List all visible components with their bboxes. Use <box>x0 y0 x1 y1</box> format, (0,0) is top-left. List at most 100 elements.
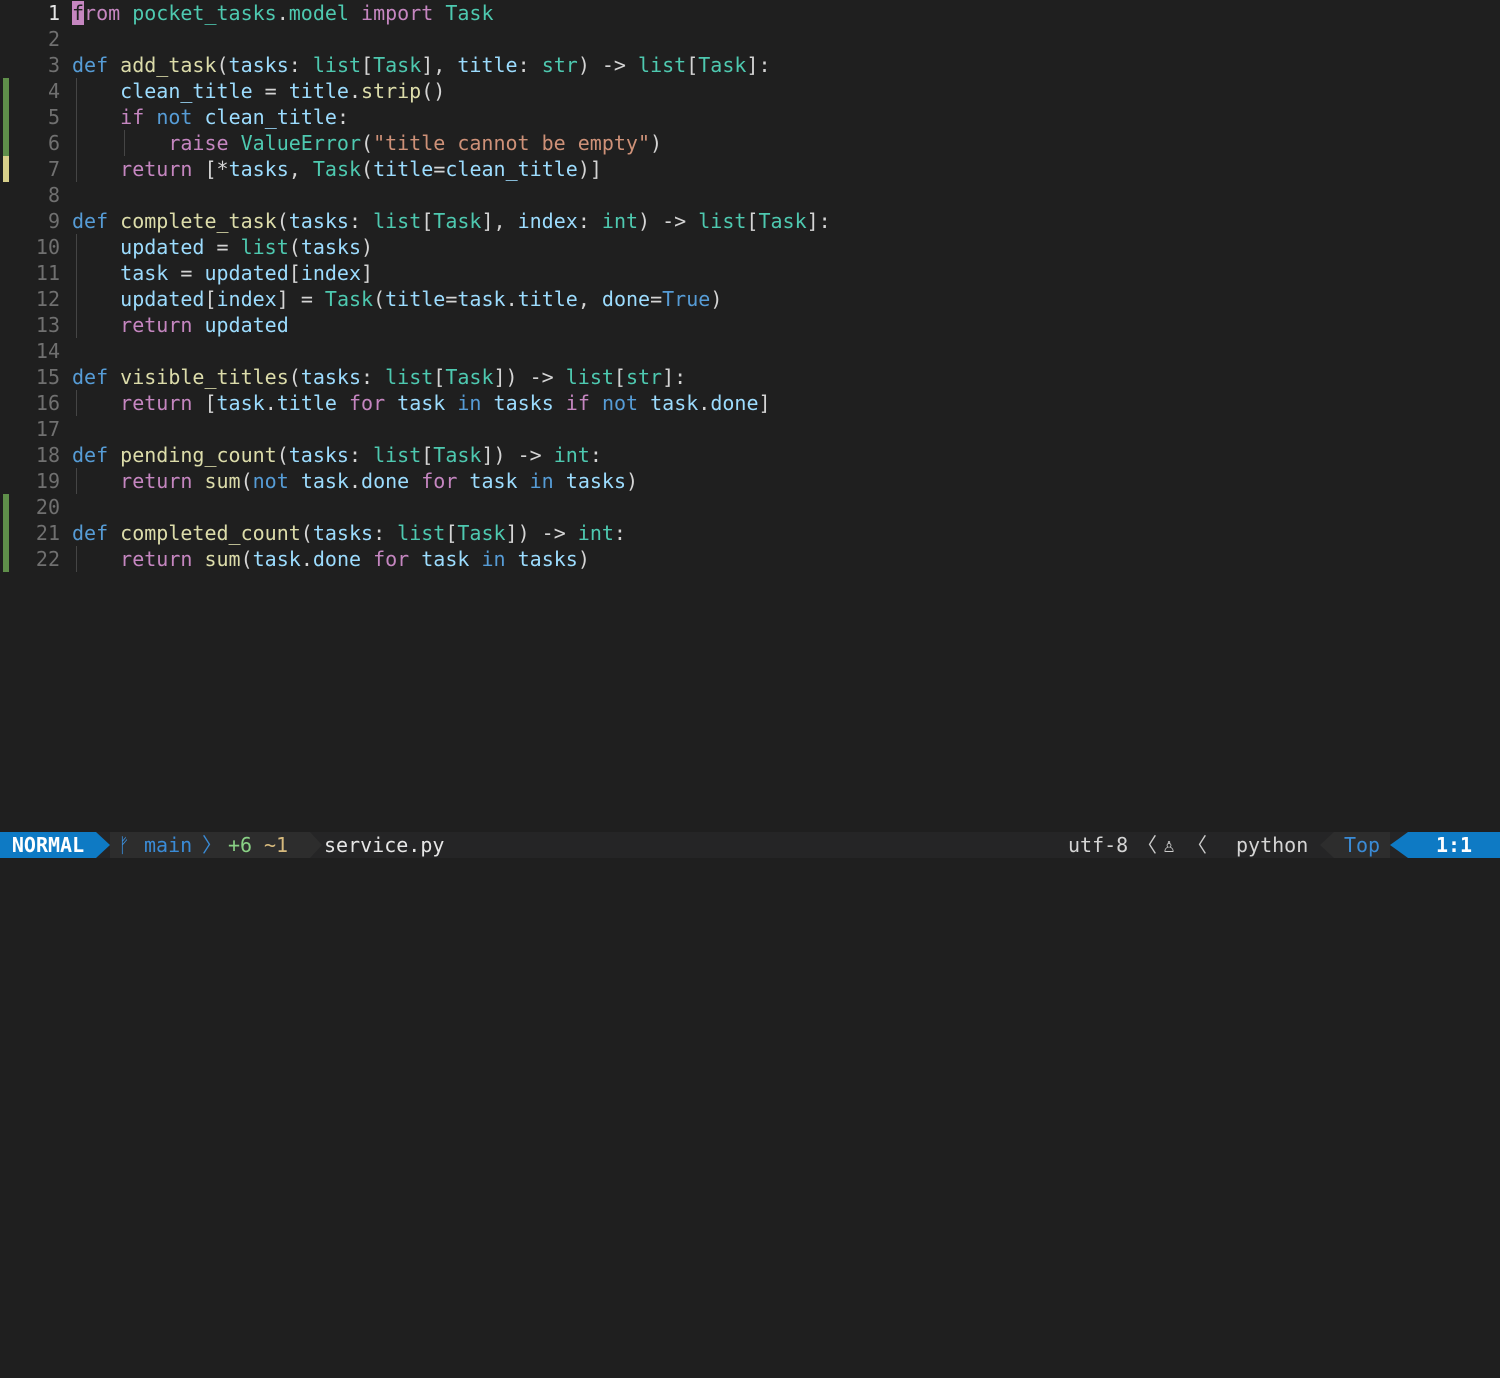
cursor-location: 1:1 <box>1408 832 1500 858</box>
code-token: = <box>445 287 458 311</box>
code-text[interactable]: return sum(not task.done for task in tas… <box>72 468 638 494</box>
code-token: visible_titles <box>120 365 289 389</box>
scroll-position: Top <box>1334 832 1390 858</box>
command-line[interactable] <box>0 858 1500 885</box>
code-token: ( <box>361 131 374 155</box>
code-token: ) -> <box>577 53 639 77</box>
code-line[interactable]: 17 <box>0 416 1500 442</box>
code-token: ) -> <box>638 209 699 233</box>
code-token: Task <box>457 521 506 545</box>
line-number: 9 <box>47 209 60 233</box>
code-text[interactable]: return updated <box>72 312 289 338</box>
code-line[interactable]: 10 updated = list(tasks) <box>0 234 1500 260</box>
code-line[interactable]: 21 def completed_count(tasks: list[Task])… <box>0 520 1500 546</box>
code-token: * <box>216 157 229 181</box>
code-line[interactable]: 20 <box>0 494 1500 520</box>
code-line[interactable]: 13 return updated <box>0 312 1500 338</box>
code-token: [ <box>613 365 626 389</box>
code-line[interactable]: 11 task = updated[index] <box>0 260 1500 286</box>
location-separator-arrow <box>1390 832 1408 858</box>
code-line[interactable]: 16 return [task.title for task in tasks … <box>0 390 1500 416</box>
code-text[interactable]: task = updated[index] <box>72 260 373 286</box>
code-token: updated <box>204 313 289 337</box>
line-number: 7 <box>47 157 60 181</box>
code-token: [ <box>421 443 434 467</box>
code-text[interactable]: def completed_count(tasks: list[Task]) -… <box>72 520 626 546</box>
code-text[interactable]: updated = list(tasks) <box>72 234 373 260</box>
code-line[interactable]: 9 def complete_task(tasks: list[Task], in… <box>0 208 1500 234</box>
code-text[interactable]: return [*tasks, Task(title=clean_title)] <box>72 156 602 182</box>
code-token: list <box>373 209 422 233</box>
code-text[interactable]: def add_task(tasks: list[Task], title: s… <box>72 52 771 78</box>
code-token: [ <box>361 53 374 77</box>
code-token: [ <box>433 365 446 389</box>
code-token: for <box>349 391 386 415</box>
statusline: NORMAL ᚠ main 〉 +6 ~1 service.py utf-8 〈… <box>0 832 1500 879</box>
code-token: , <box>288 157 313 181</box>
code-token: sum <box>204 547 241 571</box>
code-text[interactable]: updated[index] = Task(title=task.title, … <box>72 286 722 312</box>
code-line[interactable]: 2 <box>0 26 1500 52</box>
code-token: list <box>397 521 446 545</box>
mode-separator-arrow <box>96 832 110 858</box>
code-line[interactable]: 15 def visible_titles(tasks: list[Task]) … <box>0 364 1500 390</box>
code-line[interactable]: 7 return [*tasks, Task(title=clean_title… <box>0 156 1500 182</box>
code-text[interactable]: return sum(task.done for task in tasks) <box>72 546 590 572</box>
code-token: ( <box>216 53 229 77</box>
code-token: import <box>361 1 434 25</box>
code-token: index <box>216 287 277 311</box>
code-line[interactable]: 4 clean_title = title.strip() <box>0 78 1500 104</box>
code-text[interactable]: def pending_count(tasks: list[Task]) -> … <box>72 442 602 468</box>
code-token: tasks <box>300 365 362 389</box>
code-token: ( <box>300 521 313 545</box>
code-token: pending_count <box>120 443 277 467</box>
code-text[interactable]: raise ValueError("title cannot be empty"… <box>72 130 662 156</box>
code-token: updated <box>204 261 289 285</box>
chevron-left-icon: 〈 <box>1137 833 1157 857</box>
line-number: 3 <box>47 53 60 77</box>
code-line[interactable]: 5 if not clean_title: <box>0 104 1500 130</box>
git-branch-name[interactable]: main <box>144 832 192 858</box>
code-token: done <box>312 547 362 571</box>
code-token: ) <box>710 287 723 311</box>
code-token: ], <box>421 53 458 77</box>
line-number: 18 <box>35 443 60 467</box>
code-text[interactable]: from pocket_tasks.model import Task <box>72 0 494 26</box>
code-token: ) <box>361 235 374 259</box>
code-text[interactable]: if not clean_title: <box>72 104 349 130</box>
code-line[interactable]: 1 from pocket_tasks.model import Task <box>0 0 1500 26</box>
code-token: ] <box>361 261 374 285</box>
code-line[interactable]: 3 def add_task(tasks: list[Task], title: … <box>0 52 1500 78</box>
code-token: title <box>288 79 349 103</box>
code-text[interactable]: def complete_task(tasks: list[Task], ind… <box>72 208 831 234</box>
code-line[interactable]: 6 raise ValueError("title cannot be empt… <box>0 130 1500 156</box>
code-token: . <box>505 287 518 311</box>
code-token: clean_title <box>120 79 253 103</box>
code-line[interactable]: 8 <box>0 182 1500 208</box>
code-token: tasks <box>228 157 289 181</box>
code-line[interactable]: 18 def pending_count(tasks: list[Task]) -… <box>0 442 1500 468</box>
line-number: 1 <box>47 1 60 25</box>
code-token: ]: <box>662 365 687 389</box>
code-line[interactable]: 22 return sum(task.done for task in task… <box>0 546 1500 572</box>
code-text[interactable]: def visible_titles(tasks: list[Task]) ->… <box>72 364 686 390</box>
code-line[interactable]: 14 <box>0 338 1500 364</box>
code-token: not <box>601 391 639 415</box>
code-text[interactable]: return [task.title for task in tasks if … <box>72 390 770 416</box>
code-line[interactable]: 19 return sum(not task.done for task in … <box>0 468 1500 494</box>
line-number: 5 <box>47 105 60 129</box>
code-token: = <box>650 287 663 311</box>
code-token: Task <box>445 365 494 389</box>
code-token: tasks <box>493 391 554 415</box>
code-line[interactable]: 12 updated[index] = Task(title=task.titl… <box>0 286 1500 312</box>
code-token: [ <box>686 53 699 77</box>
file-name[interactable]: service.py <box>324 832 444 858</box>
code-text[interactable]: clean_title = title.strip() <box>72 78 445 104</box>
code-editor[interactable]: 1 from pocket_tasks.model import Task 2 3 de… <box>0 0 1500 572</box>
